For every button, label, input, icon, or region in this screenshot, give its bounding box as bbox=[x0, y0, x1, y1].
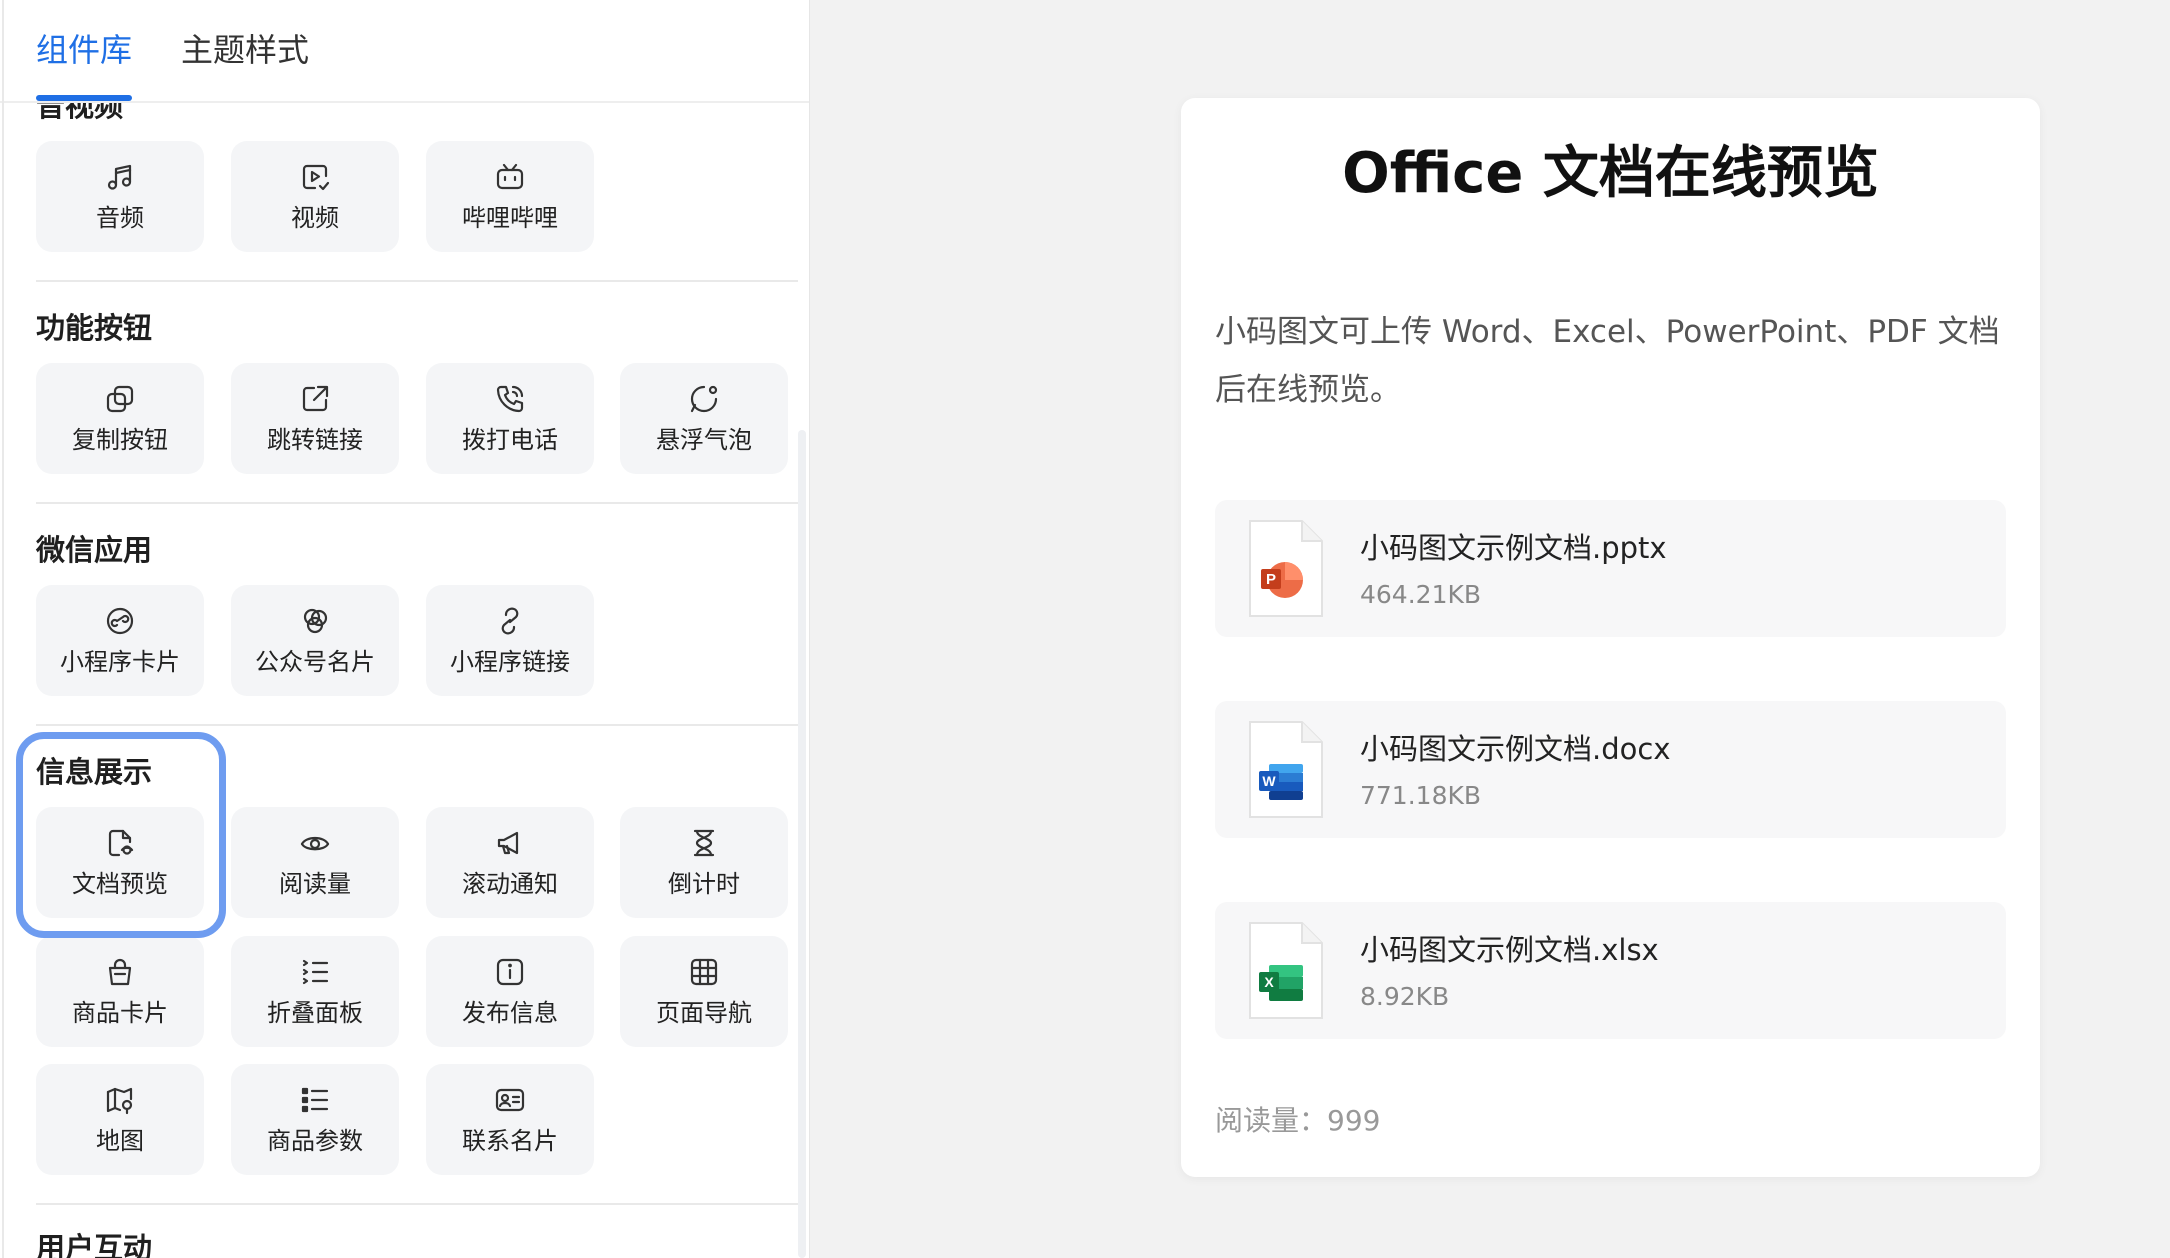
tile-document-preview[interactable]: 文档预览 bbox=[36, 807, 204, 918]
divider bbox=[36, 724, 798, 726]
divider bbox=[36, 280, 798, 282]
tab-theme-style[interactable]: 主题样式 bbox=[181, 28, 309, 72]
tile-label: 页面导航 bbox=[656, 999, 752, 1027]
tile-contact-card[interactable]: 联系名片 bbox=[426, 1064, 594, 1175]
tile-video[interactable]: 视频 bbox=[231, 141, 399, 252]
tile-read-count[interactable]: 阅读量 bbox=[231, 807, 399, 918]
video-icon bbox=[231, 159, 399, 195]
tile-label: 发布信息 bbox=[462, 999, 558, 1027]
section-title-info-display: 信息展示 bbox=[36, 755, 153, 789]
tile-label: 复制按钮 bbox=[72, 426, 168, 454]
shopping-bag-icon bbox=[36, 954, 204, 990]
file-size: 8.92KB bbox=[1360, 982, 1450, 1011]
tile-label: 小程序卡片 bbox=[60, 648, 180, 676]
tile-label: 小程序链接 bbox=[450, 648, 570, 676]
tile-label: 折叠面板 bbox=[267, 999, 363, 1027]
scrollbar[interactable] bbox=[798, 430, 806, 1258]
section-title-user-interaction: 用户互动 bbox=[36, 1231, 153, 1258]
official-account-icon bbox=[231, 603, 399, 639]
file-name: 小码图文示例文档.docx bbox=[1360, 732, 1671, 766]
info-icon bbox=[426, 954, 594, 990]
music-note-icon bbox=[36, 159, 204, 195]
grid-icon bbox=[620, 954, 788, 990]
tile-jump-link[interactable]: 跳转链接 bbox=[231, 363, 399, 474]
file-item-xlsx[interactable]: X 小码图文示例文档.xlsx 8.92KB bbox=[1215, 902, 2006, 1039]
card-title: Office 文档在线预览 bbox=[1342, 141, 1879, 206]
map-icon bbox=[36, 1082, 204, 1118]
tile-label: 联系名片 bbox=[462, 1127, 558, 1155]
docx-file-icon: W bbox=[1249, 721, 1323, 818]
tile-label: 哔哩哔哩 bbox=[462, 204, 558, 232]
section-title-wechat-apps: 微信应用 bbox=[36, 533, 153, 567]
tile-label: 阅读量 bbox=[279, 870, 351, 898]
tile-collapse-panel[interactable]: 折叠面板 bbox=[231, 936, 399, 1047]
tab-bar: 组件库 主题样式 bbox=[0, 0, 809, 103]
tile-label: 商品参数 bbox=[267, 1127, 363, 1155]
tile-label: 倒计时 bbox=[668, 870, 740, 898]
tile-label: 跳转链接 bbox=[267, 426, 363, 454]
tile-mini-program-card[interactable]: 小程序卡片 bbox=[36, 585, 204, 696]
tile-copy-button[interactable]: 复制按钮 bbox=[36, 363, 204, 474]
hourglass-icon bbox=[620, 825, 788, 861]
panel-edge bbox=[2, 0, 4, 1258]
tile-label: 滚动通知 bbox=[462, 870, 558, 898]
svg-text:W: W bbox=[1262, 773, 1276, 789]
tile-product-params[interactable]: 商品参数 bbox=[231, 1064, 399, 1175]
chat-bubble-icon bbox=[620, 381, 788, 417]
mini-program-icon bbox=[36, 603, 204, 639]
tile-label: 文档预览 bbox=[72, 870, 168, 898]
tile-mini-program-link[interactable]: 小程序链接 bbox=[426, 585, 594, 696]
tile-bilibili[interactable]: 哔哩哔哩 bbox=[426, 141, 594, 252]
file-size: 771.18KB bbox=[1360, 781, 1482, 810]
tile-scroll-notice[interactable]: 滚动通知 bbox=[426, 807, 594, 918]
card-description: 小码图文可上传 Word、Excel、PowerPoint、PDF 文档后在线预… bbox=[1215, 314, 2000, 408]
tile-label: 公众号名片 bbox=[255, 648, 375, 676]
file-item-pptx[interactable]: P 小码图文示例文档.pptx 464.21KB bbox=[1215, 500, 2006, 637]
svg-text:X: X bbox=[1264, 974, 1274, 990]
copy-icon bbox=[36, 381, 204, 417]
tile-floating-bubble[interactable]: 悬浮气泡 bbox=[620, 363, 788, 474]
phone-icon bbox=[426, 381, 594, 417]
tile-product-card[interactable]: 商品卡片 bbox=[36, 936, 204, 1047]
tab-component-library[interactable]: 组件库 bbox=[36, 28, 132, 72]
tile-publish-info[interactable]: 发布信息 bbox=[426, 936, 594, 1047]
file-size: 464.21KB bbox=[1360, 580, 1482, 609]
read-count-label: 阅读量： bbox=[1215, 1104, 1328, 1137]
list-icon bbox=[231, 954, 399, 990]
file-item-docx[interactable]: W 小码图文示例文档.docx 771.18KB bbox=[1215, 701, 2006, 838]
tile-label: 地图 bbox=[96, 1127, 144, 1155]
xlsx-file-icon: X bbox=[1249, 922, 1323, 1019]
bullet-list-icon bbox=[231, 1082, 399, 1118]
link-icon bbox=[426, 603, 594, 639]
eye-icon bbox=[231, 825, 399, 861]
tile-label: 音频 bbox=[96, 204, 144, 232]
tile-phone-call[interactable]: 拨打电话 bbox=[426, 363, 594, 474]
pptx-file-icon: P bbox=[1249, 520, 1323, 617]
tile-audio[interactable]: 音频 bbox=[36, 141, 204, 252]
bilibili-icon bbox=[426, 159, 594, 195]
tile-label: 拨打电话 bbox=[462, 426, 558, 454]
external-link-icon bbox=[231, 381, 399, 417]
active-tab-indicator bbox=[36, 95, 132, 101]
file-name: 小码图文示例文档.pptx bbox=[1360, 531, 1667, 565]
tile-page-navigation[interactable]: 页面导航 bbox=[620, 936, 788, 1047]
tile-label: 悬浮气泡 bbox=[656, 426, 752, 454]
svg-text:P: P bbox=[1266, 571, 1276, 588]
read-count-value: 999 bbox=[1327, 1104, 1381, 1137]
file-name: 小码图文示例文档.xlsx bbox=[1360, 933, 1659, 967]
tile-map[interactable]: 地图 bbox=[36, 1064, 204, 1175]
tile-official-account-card[interactable]: 公众号名片 bbox=[231, 585, 399, 696]
tile-label: 视频 bbox=[291, 204, 339, 232]
tile-label: 商品卡片 bbox=[72, 999, 168, 1027]
document-preview-icon bbox=[36, 825, 204, 861]
divider bbox=[36, 502, 798, 504]
contact-card-icon bbox=[426, 1082, 594, 1118]
read-count: 阅读量：999 bbox=[1215, 1101, 1380, 1141]
document-preview-card: Office 文档在线预览 小码图文可上传 Word、Excel、PowerPo… bbox=[1181, 98, 2040, 1177]
tile-countdown[interactable]: 倒计时 bbox=[620, 807, 788, 918]
component-panel: 音视频 音频 视频 哔哩哔哩 功能按钮 复制按钮 跳转链接 拨打电话 悬浮气泡 … bbox=[0, 0, 810, 1258]
section-title-function-buttons: 功能按钮 bbox=[36, 311, 153, 345]
divider bbox=[36, 1203, 798, 1205]
megaphone-icon bbox=[426, 825, 594, 861]
